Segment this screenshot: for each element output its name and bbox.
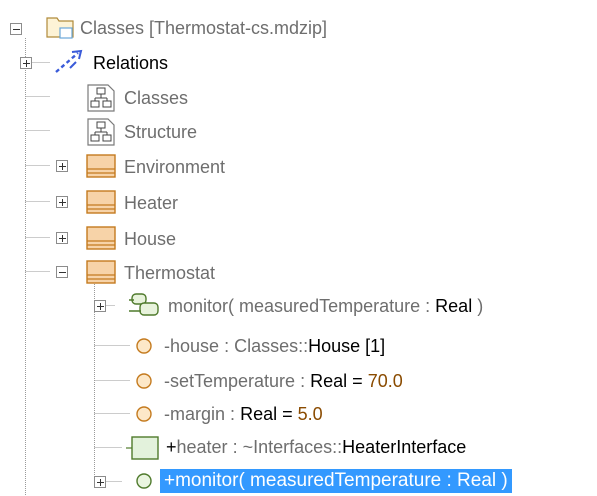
attr-name: margin	[170, 404, 226, 424]
attr-multiplicity: [1]	[365, 336, 386, 356]
reception-icon	[136, 473, 152, 489]
tree-item-environment[interactable]: Environment	[124, 155, 225, 179]
class-diagram-icon	[87, 118, 115, 146]
tree-item-classes-diagram[interactable]: Classes	[124, 86, 188, 110]
expand-heater-toggle[interactable]	[56, 196, 68, 208]
attribute-icon	[136, 338, 152, 354]
attr-name: setTemperature	[170, 371, 296, 391]
class-icon	[86, 226, 116, 250]
operation-sep: :	[425, 296, 431, 316]
class-icon	[86, 154, 116, 178]
attr-sep: :	[224, 336, 230, 356]
attr-type: Real	[310, 371, 348, 391]
port-type-prefix: ~Interfaces::	[242, 437, 343, 457]
port-icon	[126, 436, 159, 460]
expand-monitor-operation-toggle[interactable]	[94, 300, 106, 312]
attr-type: Real	[240, 404, 278, 424]
relations-icon	[55, 49, 83, 73]
tree-item-settemperature-attribute[interactable]: -setTemperature : Real = 70.0	[164, 369, 403, 393]
port-type: HeaterInterface	[342, 437, 467, 457]
attr-type-prefix: Classes::	[234, 336, 309, 356]
attr-equals: =	[282, 404, 293, 424]
attr-default-value: 70.0	[367, 371, 403, 391]
tree-item-margin-attribute[interactable]: -margin : Real = 5.0	[164, 402, 323, 426]
operation-param: measuredTemperature	[239, 296, 421, 316]
attr-name: house	[170, 336, 220, 356]
attr-sep: :	[300, 371, 306, 391]
tree-item-heater-port[interactable]: +heater : ~Interfaces::HeaterInterface	[166, 435, 466, 459]
tree-item-structure-diagram[interactable]: Structure	[124, 120, 197, 144]
collapse-thermostat-toggle[interactable]	[56, 266, 68, 278]
port-visibility: +	[166, 437, 177, 457]
tree-item-heater[interactable]: Heater	[124, 191, 178, 215]
attribute-icon	[136, 373, 152, 389]
class-icon	[86, 260, 116, 284]
expand-relations-toggle[interactable]	[20, 57, 32, 69]
collapse-root-toggle[interactable]	[10, 23, 22, 35]
attribute-icon	[136, 406, 152, 422]
class-diagram-icon	[87, 84, 115, 112]
operation-icon	[129, 293, 159, 316]
attr-type: House	[308, 336, 361, 356]
port-sep: :	[232, 437, 238, 457]
package-icon	[46, 17, 74, 39]
tree-item-house-attribute[interactable]: -house : Classes::House [1]	[164, 334, 385, 358]
expand-monitor-reception-toggle[interactable]	[94, 476, 106, 488]
class-icon	[86, 190, 116, 214]
expand-environment-toggle[interactable]	[56, 160, 68, 172]
operation-close: )	[477, 296, 484, 316]
tree-item-thermostat[interactable]: Thermostat	[124, 261, 215, 285]
operation-param-type: Real	[435, 296, 473, 316]
operation-name: monitor(	[168, 296, 235, 316]
tree-root-label[interactable]: Classes [Thermostat-cs.mdzip]	[80, 16, 327, 40]
tree-item-house[interactable]: House	[124, 227, 176, 251]
attr-equals: =	[352, 371, 363, 391]
tree-item-monitor-operation[interactable]: monitor( measuredTemperature : Real )	[168, 294, 483, 318]
tree-item-relations[interactable]: Relations	[93, 51, 168, 75]
attr-default-value: 5.0	[297, 404, 323, 424]
containment-tree: Classes [Thermostat-cs.mdzip] Relations …	[0, 0, 597, 496]
port-name: heater	[176, 437, 228, 457]
tree-item-monitor-reception-selected[interactable]: +monitor( measuredTemperature : Real )	[160, 469, 512, 493]
attr-sep: :	[230, 404, 236, 424]
expand-house-toggle[interactable]	[56, 232, 68, 244]
